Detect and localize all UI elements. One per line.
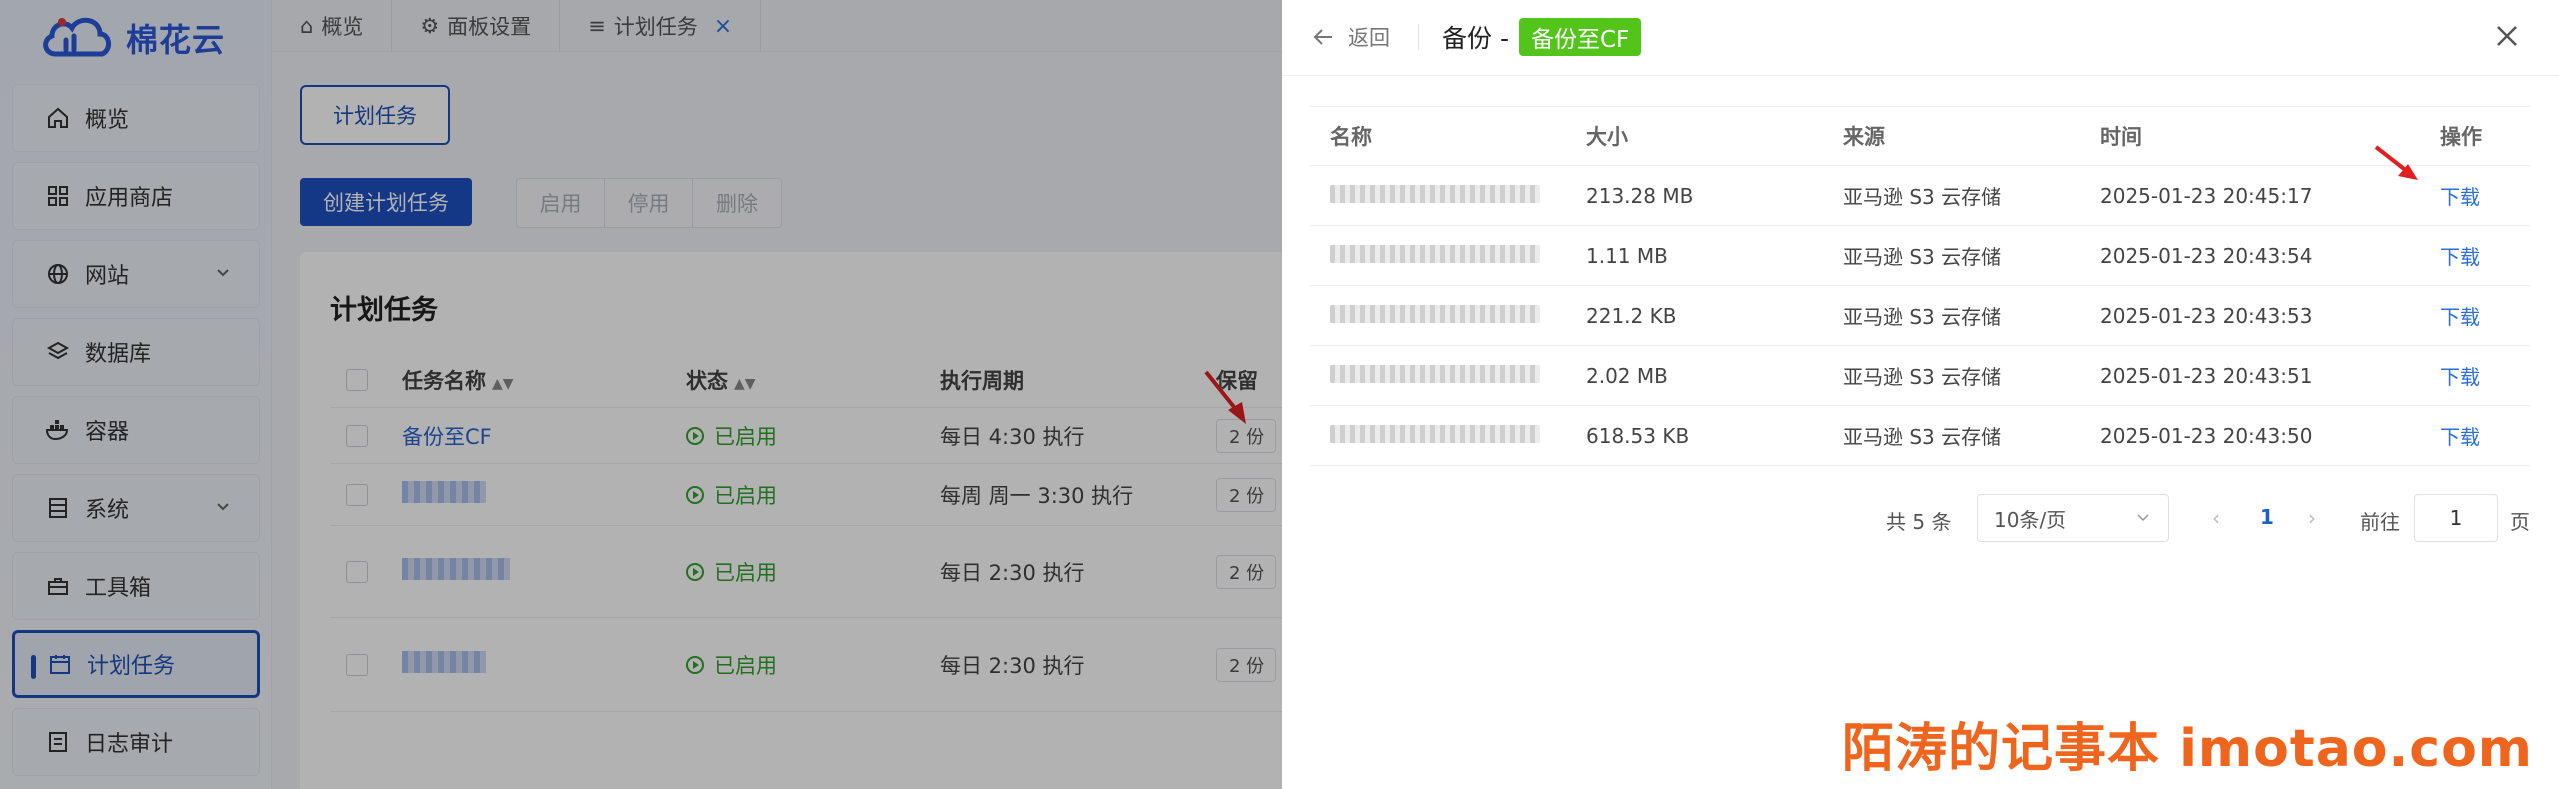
file-size: 213.28 MB (1586, 183, 1694, 208)
pagination: 共 5 条 10条/页 ‹ 1 › 前往 页 (1282, 494, 2559, 544)
file-name-blurred (1330, 184, 1540, 203)
column-header: 大小 (1586, 125, 1628, 149)
download-link[interactable]: 下载 (2440, 245, 2480, 269)
task-tag: 备份至CF (1518, 18, 1642, 56)
column-header: 来源 (1843, 125, 1885, 149)
file-time: 2025-01-23 20:43:54 (2100, 243, 2313, 268)
table-header: 名称 大小 来源 时间 操作 (1310, 106, 2530, 166)
table-row: 213.28 MB 亚马逊 S3 云存储 2025-01-23 20:45:17… (1310, 166, 2530, 226)
table-row: 1.11 MB 亚马逊 S3 云存储 2025-01-23 20:43:54 下… (1310, 226, 2530, 286)
file-size: 2.02 MB (1586, 363, 1668, 388)
arrow-left-icon (1313, 29, 1332, 45)
chevron-down-icon (2137, 514, 2149, 522)
back-label: 返回 (1348, 26, 1390, 50)
page-number-current[interactable]: 1 (2260, 505, 2274, 529)
file-name-blurred (1330, 424, 1540, 443)
watermark: 陌涛的记事本 imotao.com (1842, 719, 2533, 779)
backup-file-table: 名称 大小 来源 时间 操作 213.28 MB 亚马逊 S3 云存储 2025… (1310, 106, 2530, 466)
file-name-blurred (1330, 244, 1540, 263)
page-size-select[interactable]: 10条/页 (1977, 494, 2169, 542)
annotation-arrow-icon (2374, 145, 2418, 180)
backup-drawer: 返回 备份 - 备份至CF 名称 大小 来源 时间 操作 213.28 MB 亚… (1282, 0, 2559, 789)
file-source: 亚马逊 S3 云存储 (1843, 245, 2002, 269)
file-name-blurred (1330, 364, 1540, 383)
file-source: 亚马逊 S3 云存储 (1843, 365, 2002, 389)
table-row: 618.53 KB 亚马逊 S3 云存储 2025-01-23 20:43:50… (1310, 406, 2530, 466)
prev-page-button[interactable]: ‹ (2212, 506, 2220, 530)
goto-page-input[interactable] (2414, 494, 2498, 542)
modal-overlay[interactable] (0, 0, 1282, 789)
table-row: 2.02 MB 亚马逊 S3 云存储 2025-01-23 20:43:51 下… (1310, 346, 2530, 406)
file-time: 2025-01-23 20:43:50 (2100, 423, 2313, 448)
file-name-blurred (1330, 304, 1540, 323)
file-size: 618.53 KB (1586, 423, 1690, 448)
drawer-header: 返回 备份 - 备份至CF (1282, 0, 2559, 76)
goto-label: 前往 (2360, 510, 2400, 534)
back-button[interactable]: 返回 (1312, 22, 1390, 52)
file-source: 亚马逊 S3 云存储 (1843, 305, 2002, 329)
close-icon[interactable] (2493, 22, 2521, 50)
next-page-button[interactable]: › (2308, 506, 2316, 530)
page-suffix: 页 (2510, 510, 2530, 534)
table-row: 221.2 KB 亚马逊 S3 云存储 2025-01-23 20:43:53 … (1310, 286, 2530, 346)
column-header: 名称 (1330, 125, 1372, 149)
file-size: 1.11 MB (1586, 243, 1668, 268)
download-link[interactable]: 下载 (2440, 305, 2480, 329)
total-count: 共 5 条 (1886, 510, 1952, 534)
page-size-value: 10条/页 (1994, 507, 2067, 532)
drawer-title-text: 备份 - (1442, 24, 1509, 53)
divider (1418, 24, 1419, 50)
download-link[interactable]: 下载 (2440, 425, 2480, 449)
column-header: 时间 (2100, 125, 2142, 149)
file-time: 2025-01-23 20:43:51 (2100, 363, 2313, 388)
file-source: 亚马逊 S3 云存储 (1843, 185, 2002, 209)
file-time: 2025-01-23 20:43:53 (2100, 303, 2313, 328)
download-link[interactable]: 下载 (2440, 365, 2480, 389)
file-time: 2025-01-23 20:45:17 (2100, 183, 2313, 208)
drawer-title: 备份 - 备份至CF (1442, 18, 1642, 56)
download-link[interactable]: 下载 (2440, 185, 2480, 209)
file-source: 亚马逊 S3 云存储 (1843, 425, 2002, 449)
file-size: 221.2 KB (1586, 303, 1677, 328)
